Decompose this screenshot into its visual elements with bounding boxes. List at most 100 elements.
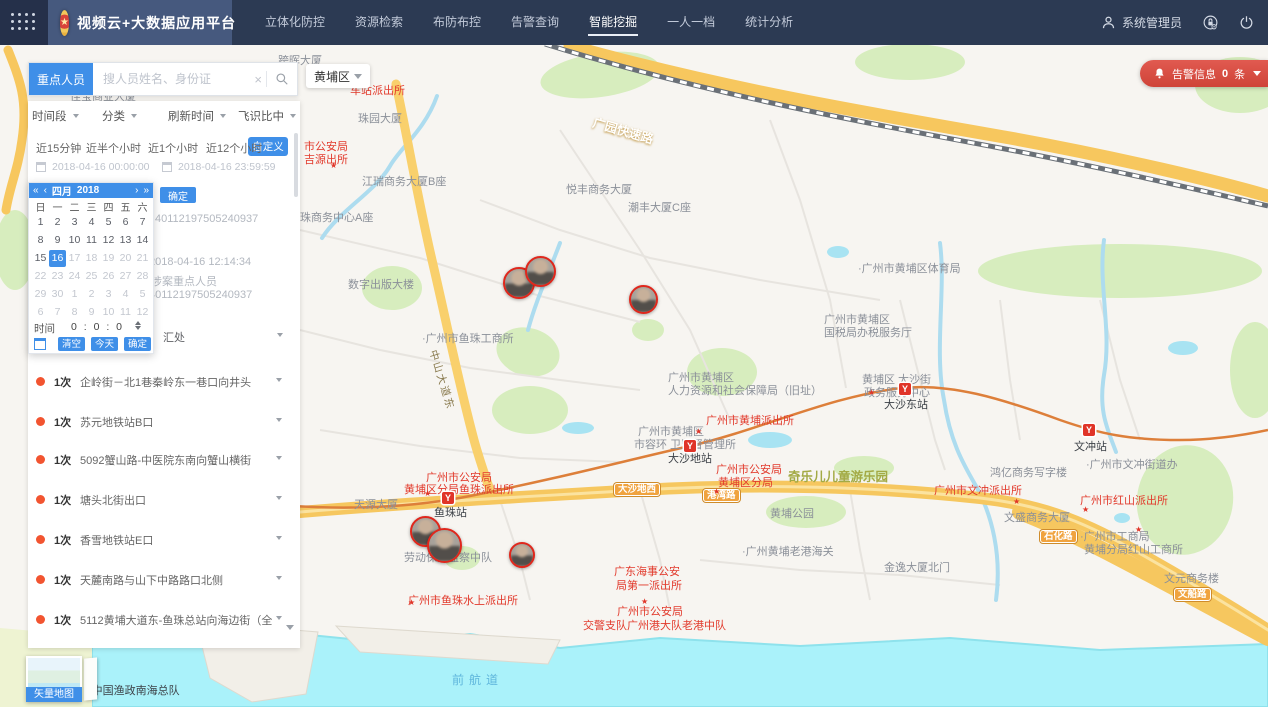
- quick-time-option-4[interactable]: 近12个小时: [206, 140, 262, 156]
- calendar-day-cell[interactable]: 11: [117, 304, 134, 321]
- track-list-item[interactable]: 1次苏元地铁站B口: [28, 409, 300, 435]
- track-list-item[interactable]: 1次塘头北街出口: [28, 487, 300, 513]
- date-from-field[interactable]: 2018-04-16 00:00:00: [52, 161, 150, 173]
- quick-time-option-2[interactable]: 近半个小时: [86, 140, 141, 156]
- person-hit-marker[interactable]: [629, 285, 658, 314]
- calendar-day-cell[interactable]: 14: [134, 232, 151, 249]
- calendar-day-cell[interactable]: 24: [66, 268, 83, 285]
- nav-item-1[interactable]: 立体化防控: [250, 0, 340, 45]
- calendar-day-cell[interactable]: 10: [100, 304, 117, 321]
- calendar-day-cell[interactable]: 4: [83, 214, 100, 231]
- calendar-day-cell[interactable]: 28: [134, 268, 151, 285]
- calendar-day-cell[interactable]: 6: [32, 304, 49, 321]
- nav-item-4[interactable]: 告警查询: [496, 0, 574, 45]
- clear-search-icon[interactable]: ×: [250, 72, 266, 87]
- clear-button[interactable]: 清空: [58, 337, 85, 351]
- calendar-mode-icon[interactable]: [34, 338, 46, 350]
- nav-item-6[interactable]: 一人一档: [652, 0, 730, 45]
- nav-item-2[interactable]: 资源检索: [340, 0, 418, 45]
- time-spinner[interactable]: [135, 321, 141, 330]
- calendar-day-cell[interactable]: 15: [32, 250, 49, 267]
- search-button[interactable]: [267, 63, 297, 95]
- track-list-item[interactable]: 1次天麓南路与山下中路路口北侧: [28, 567, 300, 593]
- chevron-down-icon[interactable]: [276, 378, 282, 382]
- person-hit-marker[interactable]: [525, 256, 556, 287]
- alarm-pill[interactable]: 告警信息 0 条: [1140, 60, 1268, 87]
- chevron-down-icon[interactable]: [276, 616, 282, 620]
- chevron-down-icon[interactable]: [276, 456, 282, 460]
- calendar-day-cell[interactable]: 17: [66, 250, 83, 267]
- calendar-day-cell[interactable]: 1: [66, 286, 83, 303]
- calendar-day-cell[interactable]: 29: [32, 286, 49, 303]
- calendar-day-cell[interactable]: 9: [83, 304, 100, 321]
- prev-year-button[interactable]: «: [33, 185, 39, 196]
- calendar-day-cell[interactable]: 2: [49, 214, 66, 231]
- search-input[interactable]: [93, 63, 250, 95]
- prev-month-button[interactable]: ‹: [44, 185, 47, 196]
- calendar-day-cell[interactable]: 9: [49, 232, 66, 249]
- calendar-day-cell[interactable]: 1: [32, 214, 49, 231]
- today-button[interactable]: 今天: [91, 337, 118, 351]
- person-hit-marker[interactable]: [509, 542, 535, 568]
- calendar-day-cell[interactable]: 7: [134, 214, 151, 231]
- calendar-day-cell[interactable]: 12: [134, 304, 151, 321]
- chevron-down-icon[interactable]: [276, 496, 282, 500]
- chevron-down-icon[interactable]: [276, 418, 282, 422]
- calendar-day-cell[interactable]: 19: [100, 250, 117, 267]
- nav-item-3[interactable]: 布防布控: [418, 0, 496, 45]
- chevron-down-icon[interactable]: [276, 536, 282, 540]
- panel-scrollbar[interactable]: [294, 133, 298, 197]
- brand-block[interactable]: ★ 视频云+大数据应用平台: [48, 0, 232, 45]
- calendar-day-cell[interactable]: 27: [117, 268, 134, 285]
- calendar-day-cell[interactable]: 8: [32, 232, 49, 249]
- track-list-item[interactable]: 1次企岭街－北1巷秦岭东一巷口向井头: [28, 369, 300, 395]
- track-list-item[interactable]: 1次5112黄埔大道东-鱼珠总站向海边街（全）: [28, 607, 300, 633]
- time-value[interactable]: 0 : 0 : 0: [71, 321, 124, 333]
- security-settings-button[interactable]: [1202, 14, 1219, 31]
- calendar-day-cell[interactable]: 23: [49, 268, 66, 285]
- calendar-day-cell[interactable]: 26: [100, 268, 117, 285]
- calendar-day-cell[interactable]: 16: [49, 250, 66, 267]
- calendar-day-cell[interactable]: 30: [49, 286, 66, 303]
- metro-station-icon[interactable]: Y: [684, 440, 696, 452]
- calendar-day-cell[interactable]: 7: [49, 304, 66, 321]
- calendar-day-cell[interactable]: 25: [83, 268, 100, 285]
- calendar-day-cell[interactable]: 8: [66, 304, 83, 321]
- calendar-day-cell[interactable]: 22: [32, 268, 49, 285]
- calendar-day-cell[interactable]: 13: [117, 232, 134, 249]
- calendar-day-cell[interactable]: 4: [117, 286, 134, 303]
- calendar-day-cell[interactable]: 5: [134, 286, 151, 303]
- confirm-button[interactable]: 确定: [124, 337, 151, 351]
- calendar-day-cell[interactable]: 3: [66, 214, 83, 231]
- metro-station-icon[interactable]: Y: [899, 383, 911, 395]
- app-grid-button[interactable]: [0, 0, 48, 45]
- logout-button[interactable]: [1239, 15, 1254, 30]
- calendar-day-cell[interactable]: 11: [83, 232, 100, 249]
- metro-station-icon[interactable]: Y: [1083, 424, 1095, 436]
- calendar-day-cell[interactable]: 18: [83, 250, 100, 267]
- calendar-day-cell[interactable]: 12: [100, 232, 117, 249]
- minimap-thumbnail[interactable]: 矢量地图: [26, 656, 82, 702]
- district-dropdown[interactable]: 黄埔区: [306, 64, 370, 88]
- calendar-day-cell[interactable]: 20: [117, 250, 134, 267]
- date-to-field[interactable]: 2018-04-16 23:59:59: [178, 161, 276, 173]
- track-list-item[interactable]: 1次5092蟹山路-中医院东南向蟹山横街: [28, 447, 300, 473]
- filter-dropdown-1[interactable]: 时间段: [32, 108, 79, 124]
- scroll-down-icon[interactable]: [286, 625, 294, 630]
- user-menu[interactable]: 系统管理员: [1101, 14, 1182, 31]
- calendar-day-cell[interactable]: 6: [117, 214, 134, 231]
- calendar-day-cell[interactable]: 5: [100, 214, 117, 231]
- calendar-day-cell[interactable]: 21: [134, 250, 151, 267]
- metro-station-icon[interactable]: Y: [442, 492, 454, 504]
- chevron-down-icon[interactable]: [276, 576, 282, 580]
- filter-dropdown-2[interactable]: 分类: [102, 108, 137, 124]
- quick-time-option-1[interactable]: 近15分钟: [36, 140, 81, 156]
- calendar-day-cell[interactable]: 3: [100, 286, 117, 303]
- range-confirm-button[interactable]: 确定: [160, 187, 196, 203]
- track-list-item[interactable]: 1次香雪地铁站E口: [28, 527, 300, 553]
- filter-dropdown-3[interactable]: 刷新时间: [168, 108, 226, 124]
- calendar-day-cell[interactable]: 10: [66, 232, 83, 249]
- next-month-button[interactable]: ›: [135, 185, 138, 196]
- next-year-button[interactable]: »: [143, 185, 149, 196]
- search-category-button[interactable]: 重点人员: [29, 63, 93, 95]
